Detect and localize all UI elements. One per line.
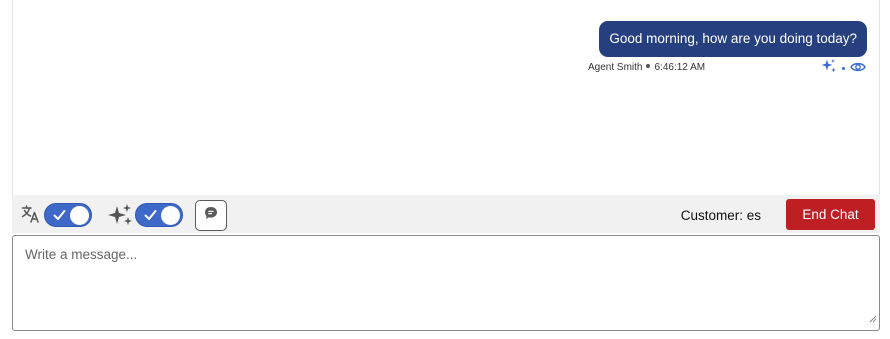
message-status-icons: [821, 58, 866, 79]
sparkle-icon: [821, 58, 837, 79]
end-chat-button[interactable]: End Chat: [786, 199, 875, 230]
message-author: Agent Smith: [588, 62, 643, 73]
customer-language-label: Customer: es: [680, 208, 761, 223]
message-input[interactable]: [13, 236, 879, 330]
message-time: 6:46:12 AM: [654, 62, 706, 73]
sparkle-icon: [108, 203, 134, 232]
conversation-panel: Good morning, how are you doing today? A…: [12, 0, 880, 195]
check-icon: [144, 210, 157, 220]
agent-message-bubble: Good morning, how are you doing today?: [599, 21, 867, 57]
translate-icon: [21, 204, 41, 229]
chat-toolbar: Customer: es End Chat: [12, 195, 880, 233]
resize-grip-icon[interactable]: [869, 310, 877, 328]
toggle-knob: [70, 206, 89, 225]
icon-separator: [842, 67, 845, 70]
translate-toggle[interactable]: [44, 203, 92, 227]
meta-separator: [646, 64, 651, 69]
message-meta: Agent Smith 6:46:12 AM: [588, 62, 705, 73]
eye-icon: [850, 60, 866, 78]
message-text: Good morning, how are you doing today?: [609, 31, 857, 46]
chat-bubble-icon: [204, 206, 218, 225]
ai-assist-toggle[interactable]: [135, 203, 183, 227]
chat-note-button[interactable]: [195, 200, 227, 231]
check-icon: [53, 210, 66, 220]
message-composer: [12, 235, 880, 331]
toggle-knob: [161, 206, 180, 225]
